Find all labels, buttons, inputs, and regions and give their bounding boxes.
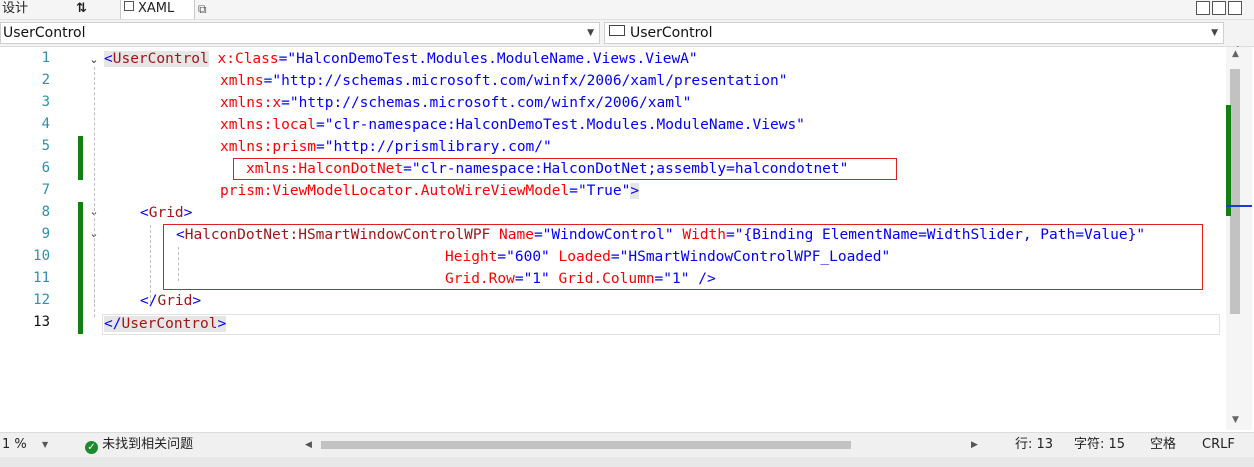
swap-panes-icon[interactable]: ⇅ <box>76 0 96 19</box>
navigation-bar: UserControl ▼ UserControl ▼ ⇟ <box>0 20 1254 62</box>
split-vertical-icon[interactable] <box>1212 1 1226 15</box>
bottom-border <box>0 457 1254 467</box>
line-number: 9 <box>41 226 50 242</box>
zoom-dropdown-icon[interactable]: ▼ <box>42 433 48 456</box>
line-indicator[interactable]: 行: 13 <box>1015 433 1053 456</box>
xaml-pane-icon <box>124 1 134 11</box>
editor-status-bar: 1 % ▼ ✓ 未找到相关问题 ◀ ▶ 行: 13 字符: 15 空格 CRLF <box>0 432 1254 457</box>
vertical-scrollbar[interactable]: ▲ ▼ <box>1226 47 1252 430</box>
tab-design[interactable]: 设计 <box>2 0 46 19</box>
scroll-up-icon[interactable]: ▲ <box>1232 49 1239 59</box>
line-number: 5 <box>41 138 50 154</box>
line-number: 3 <box>41 94 50 110</box>
code-line-2: xmlns="http://schemas.microsoft.com/winf… <box>220 73 788 89</box>
scroll-down-icon[interactable]: ▼ <box>1232 415 1239 425</box>
line-number: 7 <box>41 182 50 198</box>
caret-position-mark <box>1226 205 1252 207</box>
code-line-3: xmlns:x="http://schemas.microsoft.com/wi… <box>220 95 692 111</box>
code-line-12: </Grid> <box>140 293 202 309</box>
line-ending[interactable]: CRLF <box>1202 433 1235 456</box>
collapse-pane-icon[interactable] <box>1228 1 1242 15</box>
xaml-code-editor[interactable]: 1 2 3 4 5 6 7 8 9 10 11 12 13 ⌄ ⌄ ⌄ <Use… <box>0 47 1254 430</box>
change-overview-mark <box>1226 105 1231 216</box>
line-number-current: 13 <box>33 314 50 330</box>
split-horizontal-icon[interactable] <box>1196 1 1210 15</box>
code-line-5: xmlns:prism="http://prismlibrary.com/" <box>220 139 552 155</box>
code-line-8: <Grid> <box>140 205 193 221</box>
line-number: 2 <box>41 72 50 88</box>
line-number: 1 <box>41 50 50 66</box>
line-number: 12 <box>33 292 50 308</box>
member-dropdown[interactable]: UserControl ▼ <box>604 22 1224 44</box>
member-value: UserControl <box>630 25 713 41</box>
tab-xaml[interactable]: XAML <box>120 0 195 19</box>
popout-icon[interactable]: ⧉ <box>198 0 214 19</box>
line-number: 4 <box>41 116 50 132</box>
designer-tab-bar: 设计 ⇅ XAML ⧉ <box>0 0 1254 20</box>
indent-guide <box>94 243 95 303</box>
issues-text: 未找到相关问题 <box>102 437 194 452</box>
highlight-box-namespace <box>233 158 897 180</box>
whitespace-mode[interactable]: 空格 <box>1150 433 1176 456</box>
control-icon <box>609 25 625 36</box>
element-scope-dropdown[interactable]: UserControl ▼ <box>0 22 600 44</box>
issues-indicator[interactable]: ✓ 未找到相关问题 <box>85 433 193 456</box>
tab-xaml-label: XAML <box>138 1 175 16</box>
horizontal-scroll-thumb[interactable] <box>321 441 851 449</box>
line-number: 10 <box>33 248 50 264</box>
code-line-4: xmlns:local="clr-namespace:HalconDemoTes… <box>220 117 805 133</box>
line-number: 11 <box>33 270 50 286</box>
element-scope-value: UserControl <box>3 25 86 41</box>
code-line-7: prism:ViewModelLocator.AutoWireViewModel… <box>220 183 640 199</box>
horizontal-scrollbar[interactable]: ◀ ▶ <box>305 440 985 450</box>
change-indicator <box>78 136 83 180</box>
code-line-1: <UserControl x:Class="HalconDemoTest.Mod… <box>104 51 698 67</box>
fold-toggle-icon[interactable]: ⌄ <box>88 54 100 66</box>
highlight-box-control <box>163 224 1203 290</box>
chevron-down-icon: ▼ <box>587 28 594 38</box>
scroll-left-icon[interactable]: ◀ <box>305 434 312 457</box>
line-number: 6 <box>41 160 50 176</box>
chevron-down-icon: ▼ <box>1211 28 1218 38</box>
char-indicator[interactable]: 字符: 15 <box>1074 433 1125 456</box>
zoom-level[interactable]: 1 % <box>2 433 27 456</box>
change-indicator <box>78 202 83 334</box>
check-circle-icon: ✓ <box>85 441 98 454</box>
current-line-highlight <box>102 314 1220 335</box>
code-line-13: </UserControl> <box>104 316 227 332</box>
scroll-thumb[interactable] <box>1230 69 1240 314</box>
line-number: 8 <box>41 204 50 220</box>
scroll-right-icon[interactable]: ▶ <box>971 434 978 457</box>
